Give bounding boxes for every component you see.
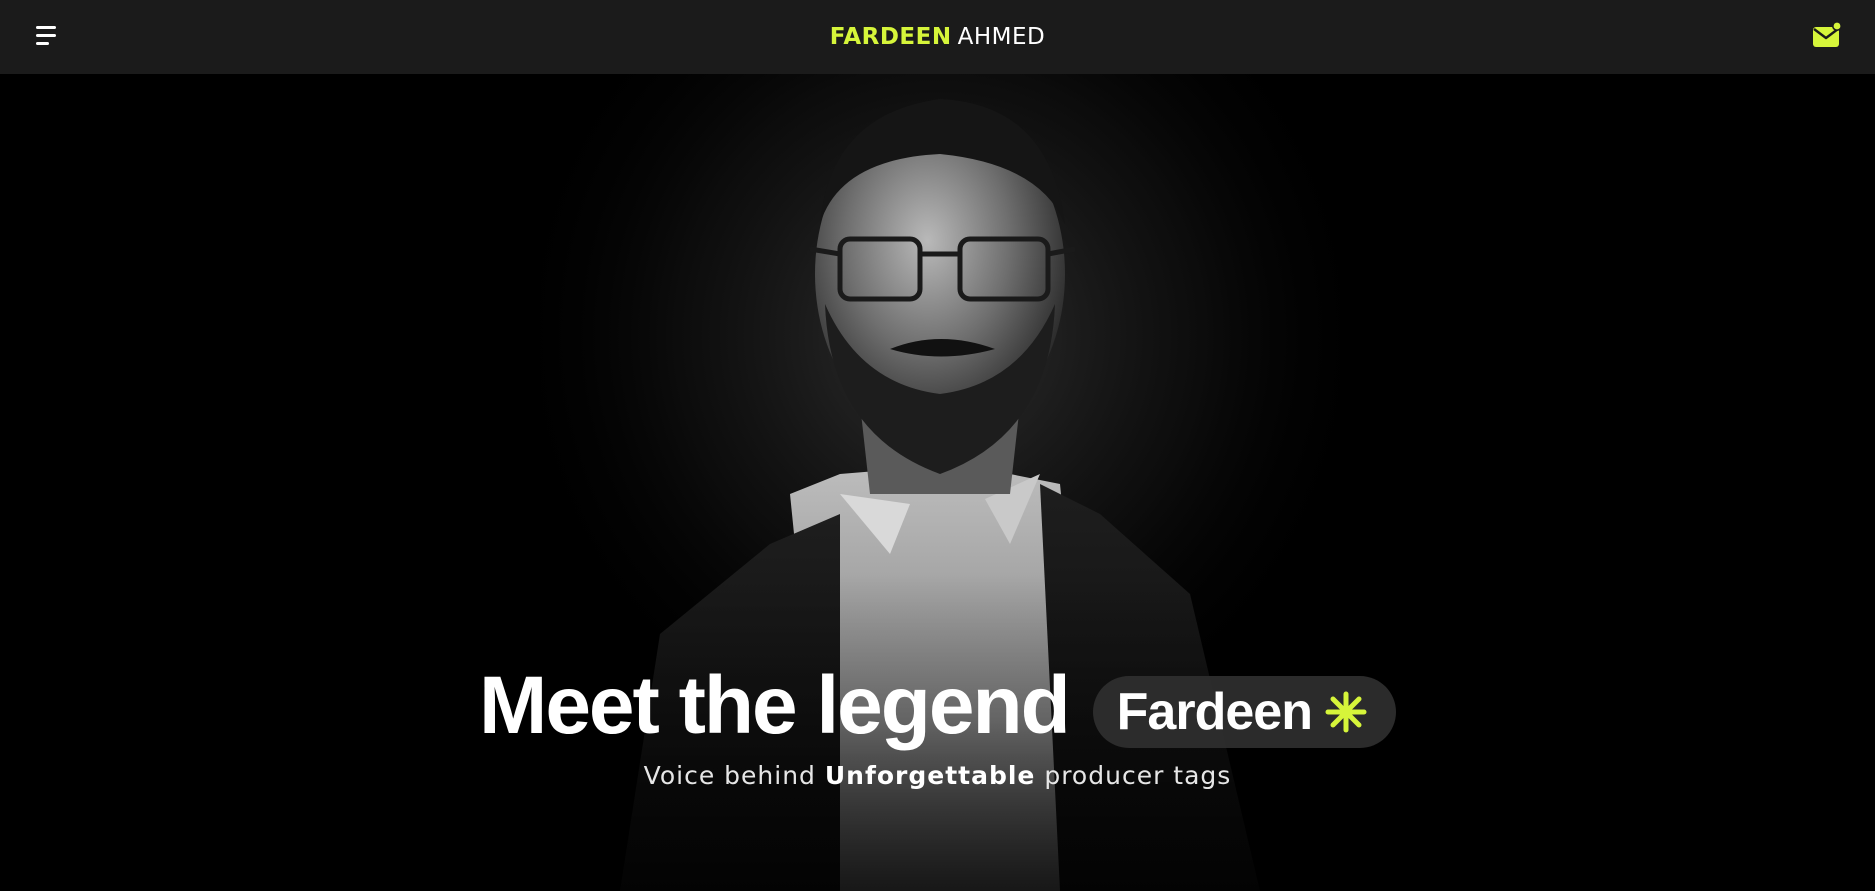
top-navbar: FARDEEN AHMED — [0, 0, 1875, 74]
landing-page: FARDEEN AHMED Meet the legend Fardeen Vo… — [0, 0, 1875, 891]
hamburger-menu-icon — [36, 26, 56, 29]
hamburger-menu-icon-line — [36, 34, 56, 37]
subline-text-after: producer tags — [1035, 761, 1232, 790]
headline-row: Meet the legend Fardeen — [0, 664, 1875, 748]
hamburger-menu-icon-line — [36, 42, 49, 45]
mail-notification-icon — [1813, 21, 1842, 47]
subline-highlight: Unforgettable — [824, 761, 1036, 790]
hero-headline: Meet the legend — [479, 660, 1071, 751]
menu-button[interactable] — [30, 20, 64, 54]
name-pill-label: Fardeen — [1116, 683, 1313, 741]
brand-first-name: FARDEEN — [829, 24, 952, 50]
subline-text-before: Voice behind — [643, 761, 825, 790]
hero-section: Meet the legend Fardeen Voice behind Unf… — [0, 74, 1875, 891]
brand-last-name: AHMED — [957, 24, 1046, 50]
sparkle-icon — [1325, 691, 1367, 733]
brand-container: FARDEEN AHMED — [0, 0, 1875, 74]
name-pill: Fardeen — [1092, 676, 1396, 748]
subline-row: Voice behind Unforgettable producer tags — [0, 761, 1875, 790]
hero-subline: Voice behind Unforgettable producer tags — [644, 761, 1232, 790]
mail-button[interactable] — [1807, 18, 1845, 56]
site-logo[interactable]: FARDEEN AHMED — [830, 24, 1045, 50]
